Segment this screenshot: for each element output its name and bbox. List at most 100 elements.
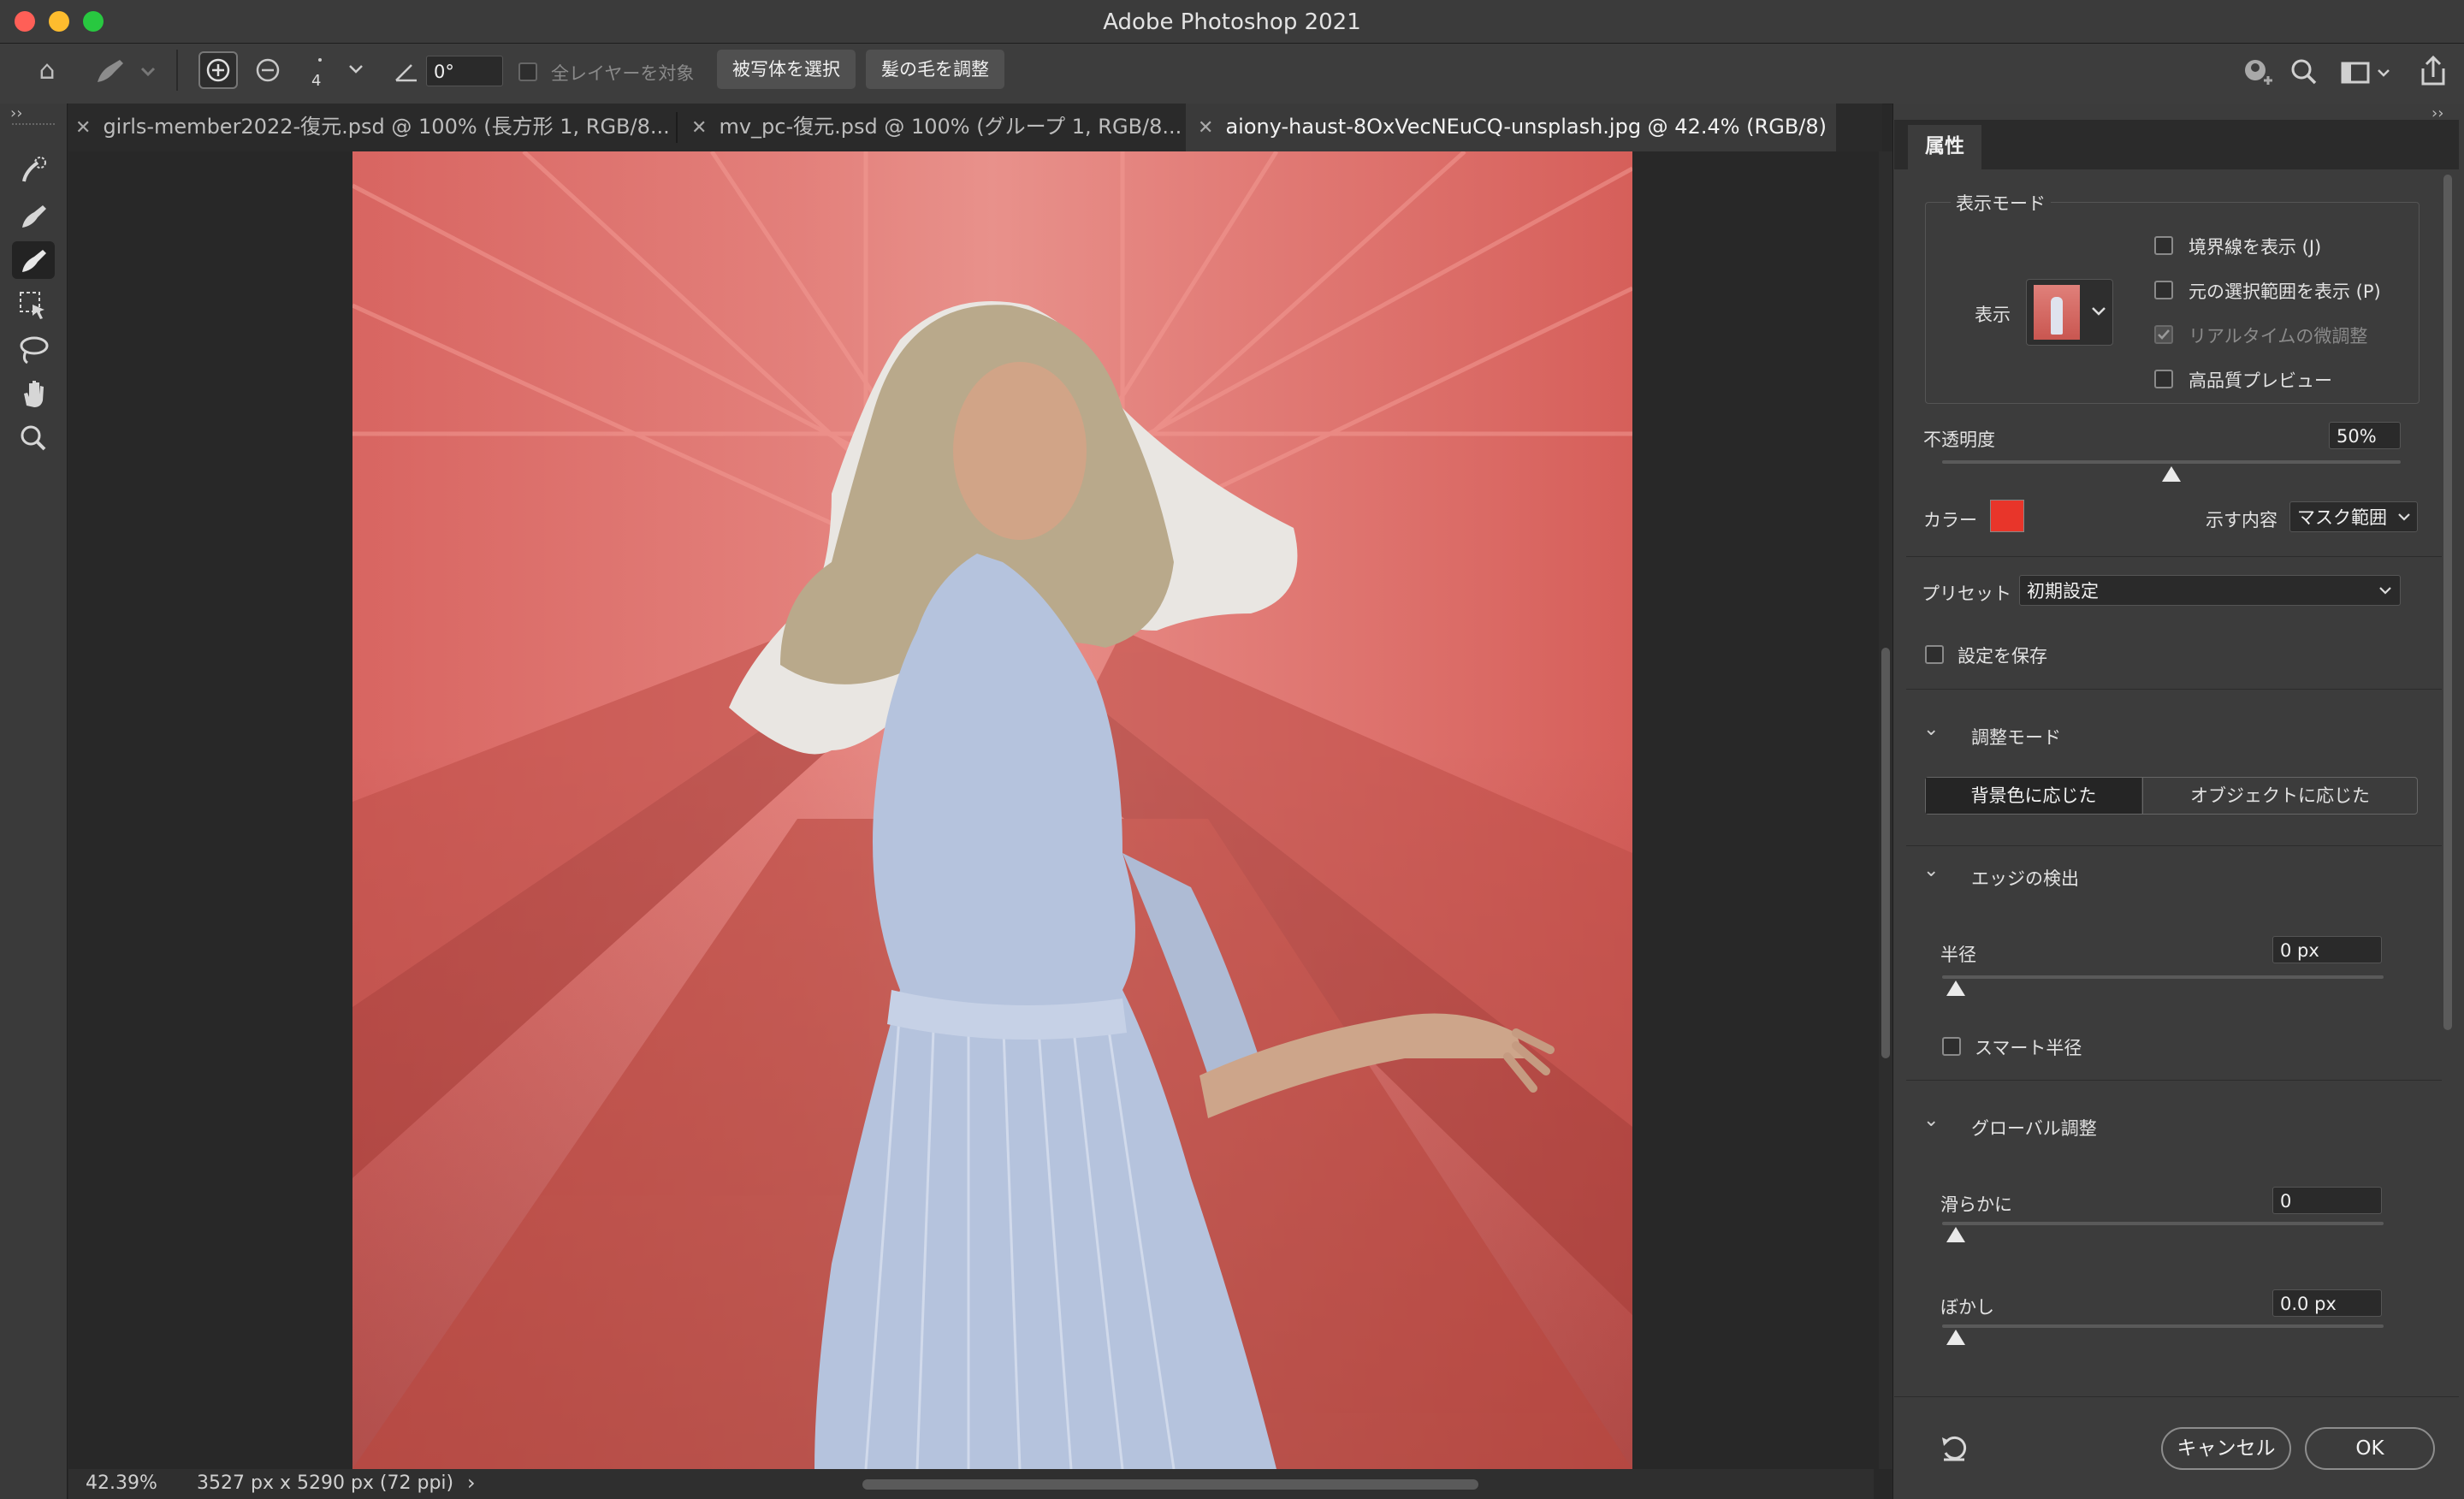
realtime-refine-checkbox[interactable] (2154, 325, 2173, 344)
ok-button[interactable]: OK (2305, 1427, 2435, 1470)
cloud-account-icon[interactable] (2238, 55, 2276, 89)
horizontal-scroll-thumb[interactable] (862, 1479, 1478, 1490)
select-subject-button[interactable]: 被写体を選択 (717, 50, 856, 89)
hand-tool[interactable] (12, 375, 55, 412)
chevron-down-icon (349, 65, 363, 74)
show-original-label: 元の選択範囲を表示 (P) (2189, 281, 2381, 302)
color-label: カラー (1923, 510, 1977, 530)
save-settings-checkbox[interactable] (1925, 645, 1944, 664)
edge-detection-heading[interactable]: エッジの検出 (1971, 865, 2079, 891)
tab-label: girls-member2022-復元.psd @ 100% (長方形 1, R… (103, 115, 670, 139)
chevron-down-icon[interactable]: ⌄ (1923, 1110, 1939, 1131)
refine-mode-heading[interactable]: 調整モード (1971, 724, 2061, 750)
brush-size-value: 4 (311, 72, 322, 90)
chevron-down-icon[interactable]: ⌄ (1923, 719, 1939, 740)
share-icon[interactable] (2414, 53, 2452, 89)
zoom-level[interactable]: 42.39% (86, 1472, 157, 1494)
divider (1906, 845, 2442, 846)
chevron-down-icon[interactable]: ⌄ (1923, 860, 1939, 881)
opacity-field[interactable]: 50% (2329, 422, 2401, 449)
document-tab-active[interactable]: ✕ aiony-haust-8OxVecNEuCQ-unsplash.jpg @ … (1186, 104, 1836, 151)
brush-tool[interactable] (12, 241, 55, 279)
radius-label: 半径 (1940, 945, 1976, 965)
object-selection-icon (20, 292, 44, 319)
smooth-slider-thumb[interactable] (1946, 1227, 1965, 1242)
opacity-label: 不透明度 (1923, 430, 1995, 450)
brush-preset-picker[interactable] (86, 53, 163, 89)
smooth-label: 滑らかに (1940, 1194, 2012, 1215)
lasso-tool[interactable] (12, 330, 55, 368)
close-tab-icon[interactable]: ✕ (75, 117, 91, 139)
refine-hair-button[interactable]: 髪の毛を調整 (866, 50, 1004, 89)
save-settings-label: 設定を保存 (1958, 646, 2047, 667)
search-icon[interactable] (2286, 55, 2324, 89)
smart-radius-checkbox[interactable] (1942, 1037, 1961, 1056)
view-mode-heading: 表示モード (1951, 190, 2051, 216)
refine-mode-object-aware[interactable]: オブジェクトに応じた (2142, 778, 2417, 814)
radius-field[interactable]: 0 px (2272, 936, 2382, 963)
sample-all-layers-label: 全レイヤーを対象 (551, 63, 695, 84)
vertical-scroll-thumb[interactable] (1881, 648, 1890, 1058)
vertical-scrollbar[interactable] (1879, 151, 1892, 1469)
smart-radius-label: スマート半径 (1975, 1038, 2082, 1058)
chevron-down-icon (2398, 513, 2410, 521)
angle-field[interactable]: 0° (426, 56, 503, 86)
radius-slider-thumb[interactable] (1946, 981, 1965, 996)
object-selection-tool[interactable] (12, 286, 55, 323)
mask-color-swatch[interactable] (1990, 500, 2024, 532)
close-tab-icon[interactable]: ✕ (1198, 117, 1213, 139)
preset-label: プリセット (1922, 584, 2011, 604)
close-tab-icon[interactable]: ✕ (691, 117, 707, 139)
add-to-selection-button[interactable] (198, 51, 238, 89)
zoom-tool[interactable] (12, 419, 55, 457)
feather-slider-thumb[interactable] (1946, 1330, 1965, 1345)
smooth-slider-track[interactable] (1942, 1222, 2384, 1225)
divider (176, 50, 178, 91)
brush-dot-icon (318, 58, 322, 62)
refine-brush-icon (98, 60, 156, 82)
document-tab[interactable]: ✕ girls-member2022-復元.psd @ 100% (長方形 1, … (75, 104, 674, 151)
chevron-right-icon[interactable]: › (467, 1471, 476, 1495)
opacity-slider-track[interactable] (1942, 460, 2401, 464)
realtime-refine-label: リアルタイムの微調整 (2189, 326, 2368, 347)
hq-preview-label: 高品質プレビュー (2189, 370, 2332, 391)
feather-field[interactable]: 0.0 px (2272, 1289, 2382, 1317)
radius-slider-track[interactable] (1942, 975, 2384, 979)
opacity-slider-thumb[interactable] (2162, 466, 2181, 482)
indicates-value: マスク範囲 (2297, 507, 2387, 528)
panel-scroll-thumb[interactable] (2443, 175, 2452, 1030)
indicates-dropdown[interactable]: マスク範囲 (2289, 501, 2418, 532)
document-tab[interactable]: ✕ mv_pc-復元.psd @ 100% (グループ 1, RGB/8... (691, 104, 1184, 151)
angle-icon (389, 56, 424, 87)
view-mode-dropdown[interactable] (2026, 279, 2113, 346)
cancel-button[interactable]: キャンセル (2161, 1427, 2291, 1470)
home-icon[interactable]: ⌂ (26, 54, 68, 88)
collapse-toolbar-icon[interactable]: ›› (10, 104, 22, 122)
refine-edge-brush-tool[interactable] (12, 197, 55, 234)
subtract-from-selection-button[interactable] (248, 51, 287, 89)
workspace-switcher[interactable] (2339, 55, 2396, 89)
brush-size-picker[interactable]: 4 (305, 51, 364, 96)
show-original-checkbox[interactable] (2154, 281, 2173, 299)
hand-icon (24, 381, 44, 407)
show-edge-checkbox[interactable] (2154, 236, 2173, 255)
options-bar (0, 44, 2464, 104)
preset-dropdown[interactable]: 初期設定 (2019, 575, 2401, 606)
divider (1906, 1080, 2442, 1081)
feather-slider-track[interactable] (1942, 1324, 2384, 1328)
document-canvas[interactable] (352, 151, 1632, 1469)
photo-preview (352, 151, 1632, 1469)
hq-preview-checkbox[interactable] (2154, 370, 2173, 388)
window-title: Adobe Photoshop 2021 (1103, 9, 1361, 35)
global-heading[interactable]: グローバル調整 (1971, 1115, 2097, 1141)
quick-selection-icon (22, 157, 46, 182)
workspace-icon (2341, 62, 2390, 84)
refine-edge-brush-icon (22, 205, 46, 228)
quick-selection-tool[interactable] (12, 152, 55, 190)
sample-all-layers-checkbox[interactable] (518, 62, 537, 81)
reset-icon[interactable] (1937, 1431, 1971, 1465)
refine-mode-color-aware[interactable]: 背景色に応じた (1926, 778, 2141, 814)
toolbar-grip[interactable] (12, 123, 55, 127)
smooth-field[interactable]: 0 (2272, 1187, 2382, 1214)
tab-properties[interactable]: 属性 (1908, 125, 1981, 169)
